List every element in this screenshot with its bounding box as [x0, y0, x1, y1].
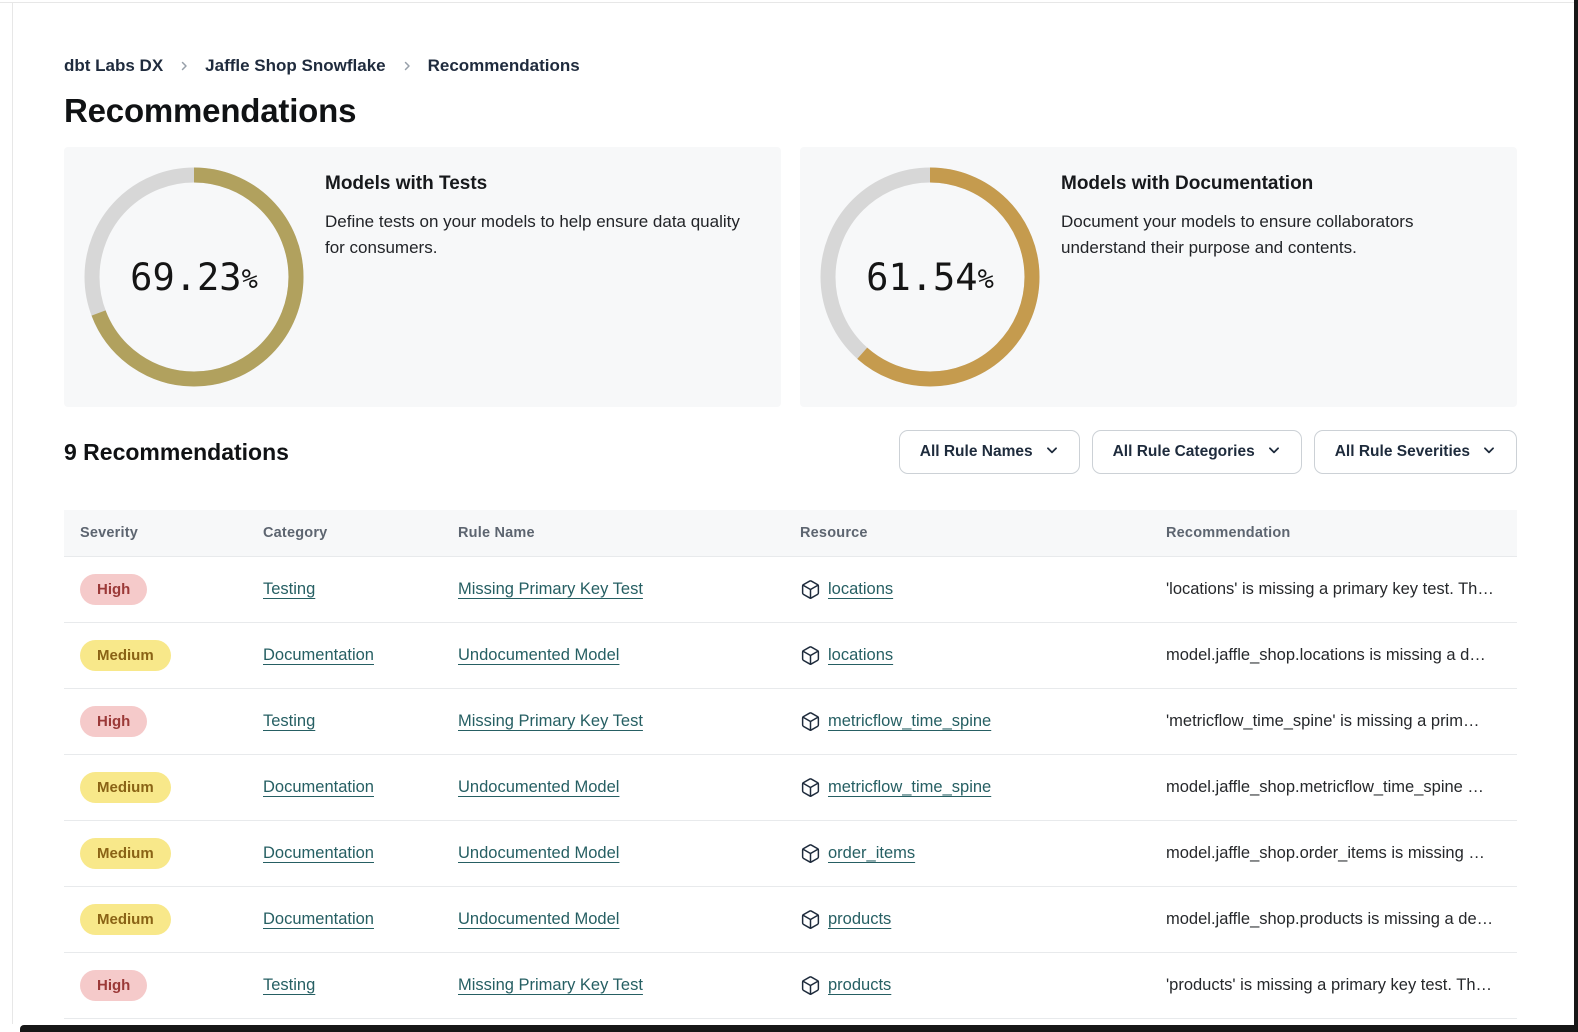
category-link[interactable]: Documentation [263, 910, 374, 928]
recommendation-text: model.jaffle_shop.order_items is missing… [1166, 844, 1485, 862]
cube-icon [800, 711, 821, 732]
table-header-row: Severity Category Rule Name Resource Rec… [64, 510, 1517, 556]
filter-bar: All Rule Names All Rule Categories All R… [899, 430, 1517, 474]
resource-link[interactable]: metricflow_time_spine [828, 778, 991, 797]
column-header-severity: Severity [64, 510, 247, 556]
rule-severities-filter-dropdown[interactable]: All Rule Severities [1314, 430, 1517, 474]
main-content: dbt Labs DX Jaffle Shop Snowflake Recomm… [0, 0, 1578, 1019]
cube-icon [800, 777, 821, 798]
table-row: Medium Documentation Undocumented Model pro… [64, 886, 1517, 952]
table-row: Medium Documentation Undocumented Model loc… [64, 622, 1517, 688]
rule-categories-filter-label: All Rule Categories [1113, 443, 1255, 461]
category-link[interactable]: Testing [263, 976, 315, 994]
breadcrumb-item-account[interactable]: dbt Labs DX [64, 56, 163, 76]
tests-card-text: Models with Tests Define tests on your m… [325, 167, 757, 261]
column-header-category: Category [247, 510, 442, 556]
rule-name-link[interactable]: Missing Primary Key Test [458, 580, 643, 598]
resource-link[interactable]: products [828, 976, 891, 995]
rule-name-link[interactable]: Undocumented Model [458, 646, 619, 664]
category-link[interactable]: Documentation [263, 646, 374, 664]
cube-icon [800, 843, 821, 864]
rule-categories-filter-dropdown[interactable]: All Rule Categories [1092, 430, 1302, 474]
breadcrumb: dbt Labs DX Jaffle Shop Snowflake Recomm… [64, 56, 1517, 76]
recommendation-text: model.jaffle_shop.metricflow_time_spine … [1166, 778, 1484, 796]
recommendations-table: Severity Category Rule Name Resource Rec… [64, 510, 1517, 1019]
window-bottom-edge [20, 1025, 1578, 1032]
category-link[interactable]: Testing [263, 580, 315, 598]
metric-cards: 69.23% Models with Tests Define tests on… [64, 147, 1517, 407]
table-row: High Testing Missing Primary Key Test metri… [64, 688, 1517, 754]
page-title: Recommendations [64, 92, 1517, 130]
column-header-recommendation: Recommendation [1150, 510, 1517, 556]
recommendation-text: 'locations' is missing a primary key tes… [1166, 580, 1494, 598]
severity-badge: Medium [80, 772, 171, 803]
docs-card-description: Document your models to ensure collabora… [1061, 209, 1493, 261]
window-right-edge [1574, 0, 1578, 1032]
cube-icon [800, 975, 821, 996]
rule-name-link[interactable]: Undocumented Model [458, 778, 619, 796]
tests-percent-value: 69.23% [84, 167, 304, 387]
recommendation-text: model.jaffle_shop.locations is missing a… [1166, 646, 1486, 664]
resource-link[interactable]: products [828, 910, 891, 929]
chevron-right-icon [401, 60, 413, 72]
table-row: High Testing Missing Primary Key Test locat… [64, 556, 1517, 622]
column-header-rule-name: Rule Name [442, 510, 784, 556]
rule-name-link[interactable]: Undocumented Model [458, 910, 619, 928]
table-row: Medium Documentation Undocumented Model ord… [64, 820, 1517, 886]
chevron-down-icon [1267, 442, 1281, 462]
severity-badge: Medium [80, 640, 171, 671]
breadcrumb-item-current: Recommendations [428, 56, 580, 76]
models-with-tests-card: 69.23% Models with Tests Define tests on… [64, 147, 781, 407]
severity-badge: High [80, 706, 147, 737]
chevron-down-icon [1045, 442, 1059, 462]
severity-badge: High [80, 574, 147, 605]
resource-link[interactable]: locations [828, 646, 893, 665]
column-header-resource: Resource [784, 510, 1150, 556]
recommendation-text: 'products' is missing a primary key test… [1166, 976, 1492, 994]
recommendations-count: 9 Recommendations [64, 439, 289, 466]
recommendation-text: model.jaffle_shop.products is missing a … [1166, 910, 1493, 928]
docs-donut-chart: 61.54% [820, 167, 1040, 387]
docs-card-text: Models with Documentation Document your … [1061, 167, 1493, 261]
severity-badge: Medium [80, 904, 171, 935]
tests-donut-chart: 69.23% [84, 167, 304, 387]
recommendations-list-header: 9 Recommendations All Rule Names All Rul… [64, 430, 1517, 474]
resource-link[interactable]: locations [828, 580, 893, 599]
models-with-documentation-card: 61.54% Models with Documentation Documen… [800, 147, 1517, 407]
category-link[interactable]: Documentation [263, 844, 374, 862]
rule-name-link[interactable]: Missing Primary Key Test [458, 712, 643, 730]
rule-name-link[interactable]: Missing Primary Key Test [458, 976, 643, 994]
chevron-down-icon [1482, 442, 1496, 462]
chevron-right-icon [178, 60, 190, 72]
rule-name-link[interactable]: Undocumented Model [458, 844, 619, 862]
docs-percent-value: 61.54% [820, 167, 1040, 387]
breadcrumb-item-project[interactable]: Jaffle Shop Snowflake [205, 56, 385, 76]
tests-card-description: Define tests on your models to help ensu… [325, 209, 757, 261]
table-row: High Testing Missing Primary Key Test produ… [64, 952, 1517, 1018]
docs-card-title: Models with Documentation [1061, 173, 1493, 195]
category-link[interactable]: Documentation [263, 778, 374, 796]
window-left-border [12, 3, 13, 1024]
severity-badge: High [80, 970, 147, 1001]
rule-severities-filter-label: All Rule Severities [1335, 443, 1470, 461]
cube-icon [800, 645, 821, 666]
rule-names-filter-label: All Rule Names [920, 443, 1033, 461]
resource-link[interactable]: order_items [828, 844, 915, 863]
category-link[interactable]: Testing [263, 712, 315, 730]
resource-link[interactable]: metricflow_time_spine [828, 712, 991, 731]
table-row: Medium Documentation Undocumented Model met… [64, 754, 1517, 820]
severity-badge: Medium [80, 838, 171, 869]
recommendation-text: 'metricflow_time_spine' is missing a pri… [1166, 712, 1479, 730]
cube-icon [800, 909, 821, 930]
rule-names-filter-dropdown[interactable]: All Rule Names [899, 430, 1080, 474]
cube-icon [800, 579, 821, 600]
window-top-border [0, 2, 1574, 3]
tests-card-title: Models with Tests [325, 173, 757, 195]
